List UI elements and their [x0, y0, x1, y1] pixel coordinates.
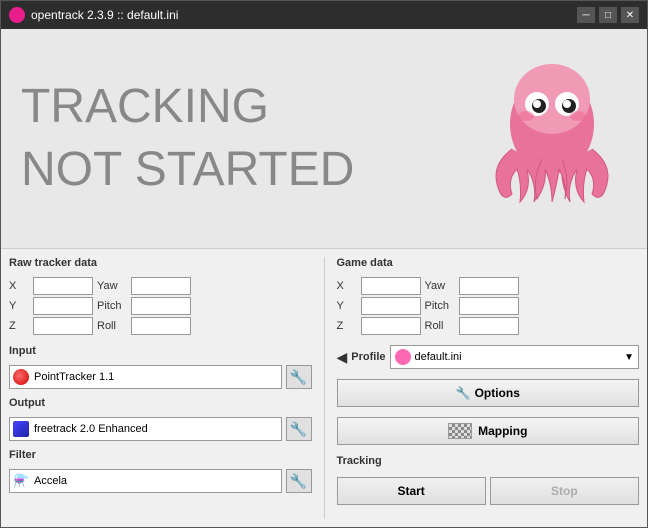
profile-arrow-icon[interactable]: ◀: [337, 349, 348, 366]
raw-yaw-value: [131, 277, 191, 295]
input-row: PointTracker 1.1 🔧: [9, 365, 312, 389]
mapping-button[interactable]: Mapping: [337, 417, 640, 445]
output-select-wrapper: freetrack 2.0 Enhanced: [9, 417, 282, 441]
profile-combo[interactable]: default.ini ▼: [390, 345, 639, 369]
mapping-label: Mapping: [478, 424, 527, 438]
tracking-section-label: Tracking: [337, 455, 640, 467]
profile-row: ◀ Profile default.ini ▼: [337, 345, 640, 369]
output-settings-button[interactable]: 🔧: [286, 417, 312, 441]
octopus-image: [477, 49, 627, 229]
game-yaw-label: Yaw: [425, 280, 455, 292]
stop-button[interactable]: Stop: [490, 477, 639, 505]
filter-select-wrapper: ⚗️ Accela: [9, 469, 282, 493]
game-y-label: Y: [337, 300, 357, 312]
tracking-line2: NOT STARTED: [21, 144, 477, 197]
filter-settings-button[interactable]: 🔧: [286, 469, 312, 493]
ini-icon: [395, 349, 411, 365]
raw-y-value: [33, 297, 93, 315]
left-panel: Raw tracker data X Yaw Y Pitch Z Roll: [9, 257, 312, 519]
output-select[interactable]: freetrack 2.0 Enhanced: [9, 417, 282, 441]
game-pitch-value: [459, 297, 519, 315]
content-area: TRACKING NOT STARTED: [1, 29, 647, 527]
output-label: Output: [9, 397, 312, 409]
raw-z-label: Z: [9, 320, 29, 332]
raw-data-grid: X Yaw Y Pitch Z Roll: [9, 277, 312, 335]
game-z-value: [361, 317, 421, 335]
start-button[interactable]: Start: [337, 477, 486, 505]
bottom-section: Raw tracker data X Yaw Y Pitch Z Roll: [1, 249, 647, 527]
tracking-line1: TRACKING: [21, 81, 477, 134]
options-button[interactable]: 🔧 Options: [337, 379, 640, 407]
game-y-value: [361, 297, 421, 315]
game-data-grid: X Yaw Y Pitch Z Roll: [337, 277, 640, 335]
close-button[interactable]: ✕: [621, 7, 639, 23]
filter-row: ⚗️ Accela 🔧: [9, 469, 312, 493]
input-select[interactable]: PointTracker 1.1: [9, 365, 282, 389]
game-yaw-value: [459, 277, 519, 295]
raw-roll-label: Roll: [97, 320, 127, 332]
raw-pitch-value: [131, 297, 191, 315]
raw-tracker-label: Raw tracker data: [9, 257, 312, 269]
raw-z-value: [33, 317, 93, 335]
octopus-svg: [482, 54, 622, 224]
raw-roll-value: [131, 317, 191, 335]
input-label: Input: [9, 345, 312, 357]
window-title: opentrack 2.3.9 :: default.ini: [31, 8, 577, 22]
output-row: freetrack 2.0 Enhanced 🔧: [9, 417, 312, 441]
game-z-label: Z: [337, 320, 357, 332]
right-panel: Game data X Yaw Y Pitch Z Roll: [337, 257, 640, 519]
tracking-status: TRACKING NOT STARTED: [21, 81, 477, 197]
input-select-wrapper: PointTracker 1.1: [9, 365, 282, 389]
profile-label: Profile: [351, 351, 385, 363]
game-x-value: [361, 277, 421, 295]
maximize-button[interactable]: □: [599, 7, 617, 23]
mapping-icon: [448, 423, 472, 439]
input-settings-button[interactable]: 🔧: [286, 365, 312, 389]
panel-divider: [324, 257, 325, 519]
profile-dropdown-arrow: ▼: [624, 352, 634, 363]
game-x-label: X: [337, 280, 357, 292]
profile-value: default.ini: [415, 351, 462, 363]
filter-select[interactable]: Accela: [9, 469, 282, 493]
options-icon: 🔧: [456, 386, 471, 400]
minimize-button[interactable]: ─: [577, 7, 595, 23]
game-roll-label: Roll: [425, 320, 455, 332]
app-icon: [9, 7, 25, 23]
raw-pitch-label: Pitch: [97, 300, 127, 312]
main-window: opentrack 2.3.9 :: default.ini ─ □ ✕ TRA…: [0, 0, 648, 528]
options-label: Options: [475, 386, 520, 400]
game-data-label: Game data: [337, 257, 640, 269]
window-controls: ─ □ ✕: [577, 7, 639, 23]
tracking-buttons: Start Stop: [337, 477, 640, 505]
raw-y-label: Y: [9, 300, 29, 312]
title-bar: opentrack 2.3.9 :: default.ini ─ □ ✕: [1, 1, 647, 29]
raw-x-label: X: [9, 280, 29, 292]
raw-x-value: [33, 277, 93, 295]
raw-yaw-label: Yaw: [97, 280, 127, 292]
top-section: TRACKING NOT STARTED: [1, 29, 647, 249]
game-pitch-label: Pitch: [425, 300, 455, 312]
game-roll-value: [459, 317, 519, 335]
filter-label: Filter: [9, 449, 312, 461]
